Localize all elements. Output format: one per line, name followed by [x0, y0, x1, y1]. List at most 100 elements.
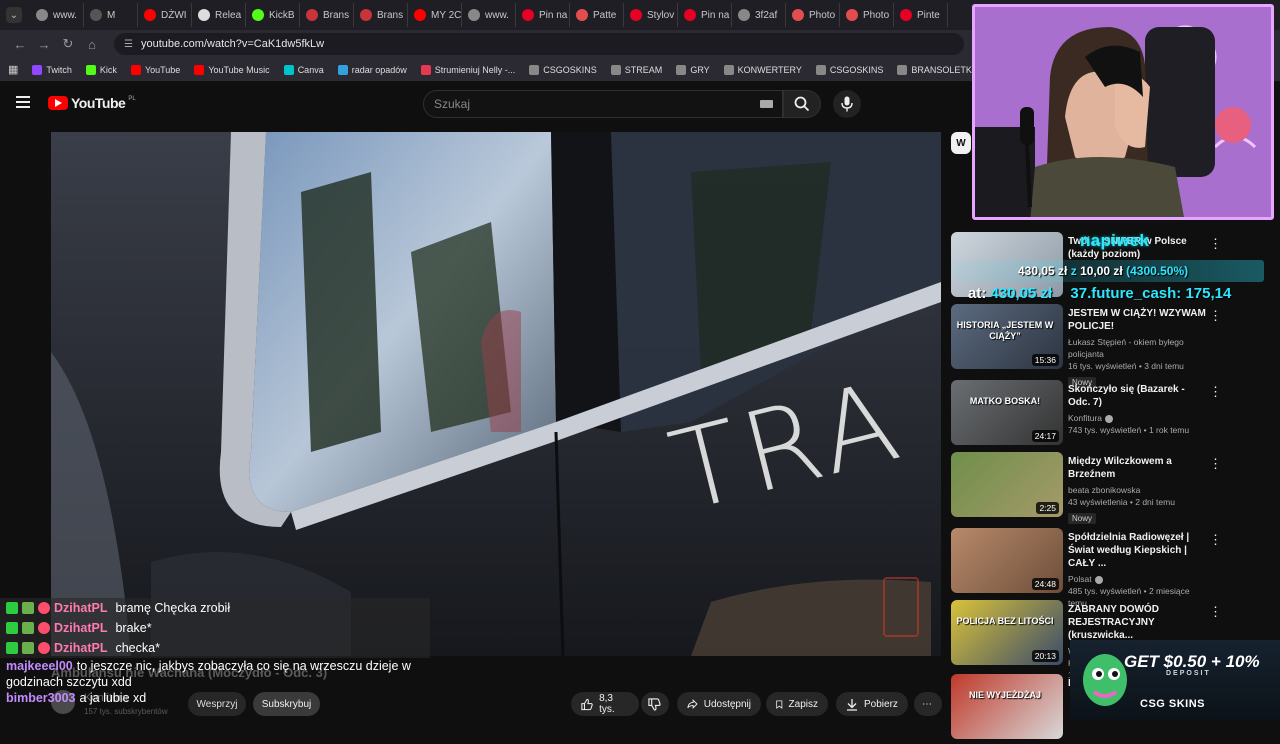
- channel-name[interactable]: Polsat: [1068, 574, 1092, 584]
- bookmark-icon: [776, 700, 783, 709]
- apps-grid-icon[interactable]: ▦: [8, 63, 18, 76]
- site-info-icon[interactable]: ☰: [124, 39, 133, 50]
- chat-text: checka*: [115, 641, 160, 655]
- back-arrow-icon[interactable]: ←: [8, 37, 32, 52]
- bookmark-item[interactable]: YouTube: [130, 64, 180, 75]
- bookmark-item[interactable]: STREAM: [610, 64, 662, 75]
- video-thumbnail[interactable]: 2:25: [951, 452, 1063, 517]
- bookmark-item[interactable]: KONWERTERY: [723, 64, 802, 75]
- chat-message: majkeeel00 to jeszcze nic, jakbys zobaczy…: [0, 658, 425, 690]
- bookmark-item[interactable]: CSGOSKINS: [529, 64, 597, 75]
- more-actions-button[interactable]: ⋯: [914, 692, 942, 716]
- thumbs-down-icon: [648, 697, 661, 711]
- browser-tab[interactable]: KickB: [246, 3, 300, 27]
- menu-hamburger-icon[interactable]: [16, 96, 30, 108]
- tab-favicon-icon: [846, 9, 858, 21]
- video-details: Spółdzielnia Radiowęzeł | Świat według K…: [1068, 531, 1208, 609]
- bookmark-icon: [723, 64, 734, 75]
- bookmark-item[interactable]: Strumieniuj Nelly -...: [420, 64, 515, 75]
- reload-icon[interactable]: ↻: [56, 36, 80, 52]
- channel-name[interactable]: beata zbonikowska: [1068, 485, 1140, 495]
- recommended-video[interactable]: MATKO BOSKA! 24:17 Skończyło się (Bazarek …: [951, 380, 1271, 450]
- browser-tab[interactable]: Photo: [786, 3, 840, 27]
- tab-list-chevron-icon[interactable]: ⌄: [6, 7, 22, 23]
- bookmark-item[interactable]: Canva: [283, 64, 324, 75]
- chat-username[interactable]: majkeeel00: [6, 659, 73, 673]
- browser-tab[interactable]: Brans: [354, 3, 408, 27]
- chat-username[interactable]: DzihatPL: [54, 621, 107, 635]
- browser-tab[interactable]: DŻWI: [138, 3, 192, 27]
- more-vertical-icon[interactable]: ⋮: [1209, 456, 1222, 472]
- tip-of: z: [1070, 264, 1077, 278]
- leaf-badge-icon: [22, 642, 34, 654]
- bookmark-item[interactable]: GRY: [676, 64, 710, 75]
- recommended-video[interactable]: 24:48 Spółdzielnia Radiowęzeł | Świat wed…: [951, 528, 1271, 608]
- youtube-logo[interactable]: YouTube PL: [48, 95, 136, 111]
- browser-tab[interactable]: 3f2af: [732, 3, 786, 27]
- browser-tab[interactable]: Pin na: [678, 3, 732, 27]
- video-title[interactable]: Między Wilczkowem a Brzeźnem: [1068, 455, 1208, 481]
- search-placeholder: Szukaj: [434, 97, 471, 111]
- bookmark-item[interactable]: Twitch: [32, 64, 72, 75]
- chat-username[interactable]: DzihatPL: [54, 601, 107, 615]
- search-input[interactable]: Szukaj: [423, 90, 783, 118]
- recommended-video[interactable]: 2:25 Między Wilczkowem a Brzeźnem beata zb…: [951, 452, 1271, 524]
- browser-tab[interactable]: Stylov: [624, 3, 678, 27]
- bookmark-item[interactable]: radar opadów: [337, 64, 407, 75]
- video-thumbnail[interactable]: HISTORIA „JESTEM W CIĄŻY” 15:36: [951, 304, 1063, 369]
- browser-tab[interactable]: M: [84, 3, 138, 27]
- more-vertical-icon[interactable]: ⋮: [1209, 236, 1222, 252]
- browser-tab[interactable]: MY 2C: [408, 3, 462, 27]
- mascot-icon: [1083, 654, 1127, 706]
- browser-tab[interactable]: Pin na: [516, 3, 570, 27]
- share-button[interactable]: Udostępnij: [677, 692, 761, 716]
- video-title[interactable]: ZABRANY DOWÓD REJESTRACYJNY (kruszwicka.…: [1068, 603, 1208, 642]
- channel-name[interactable]: Konfitura: [1068, 413, 1102, 423]
- country-code: PL: [128, 96, 136, 102]
- chat-username[interactable]: DzihatPL: [54, 641, 107, 655]
- tab-label: M: [107, 9, 116, 21]
- browser-tab[interactable]: Patte: [570, 3, 624, 27]
- more-vertical-icon[interactable]: ⋮: [1209, 308, 1222, 324]
- more-vertical-icon[interactable]: ⋮: [1209, 532, 1222, 548]
- video-title[interactable]: Spółdzielnia Radiowęzeł | Świat według K…: [1068, 531, 1208, 570]
- video-title[interactable]: Skończyło się (Bazarek - Odc. 7): [1068, 383, 1208, 409]
- forward-arrow-icon[interactable]: →: [32, 37, 56, 52]
- like-button[interactable]: 8,3 tys.: [571, 692, 639, 716]
- address-bar[interactable]: ☰ youtube.com/watch?v=CaK1dw5fkLw: [114, 33, 964, 55]
- bookmark-item[interactable]: Kick: [85, 64, 117, 75]
- video-details: Między Wilczkowem a Brzeźnem beata zbonik…: [1068, 455, 1208, 526]
- video-player[interactable]: TRA: [51, 132, 941, 656]
- download-button[interactable]: Pobierz: [836, 692, 908, 716]
- channel-name[interactable]: Łukasz Stępień - okiem byłego policjanta: [1068, 337, 1184, 359]
- bookmark-item[interactable]: BRANSOLETKI: [897, 64, 974, 75]
- browser-tab[interactable]: Pinte: [894, 3, 948, 27]
- bookmark-item[interactable]: CSGOSKINS: [815, 64, 883, 75]
- browser-tab[interactable]: www.: [462, 3, 516, 27]
- browser-tab[interactable]: Photo: [840, 3, 894, 27]
- more-vertical-icon[interactable]: ⋮: [1209, 604, 1222, 620]
- bookmark-item[interactable]: YouTube Music: [194, 64, 270, 75]
- keyboard-icon[interactable]: [760, 100, 773, 108]
- video-thumbnail[interactable]: 24:48: [951, 528, 1063, 593]
- tab-label: www.: [485, 9, 509, 21]
- dislike-button[interactable]: [641, 692, 669, 716]
- search-button[interactable]: [783, 90, 821, 118]
- more-vertical-icon[interactable]: ⋮: [1209, 384, 1222, 400]
- browser-tab[interactable]: Relea: [192, 3, 246, 27]
- video-thumbnail[interactable]: MATKO BOSKA! 24:17: [951, 380, 1063, 445]
- video-thumbnail[interactable]: NIE WYJEŻDŻAJ: [951, 674, 1063, 739]
- video-title[interactable]: JESTEM W CIĄŻY! WZYWAM POLICJE!: [1068, 307, 1208, 333]
- video-thumbnail[interactable]: POLICJA BEZ LITOŚCI 20:13: [951, 600, 1063, 665]
- save-button[interactable]: Zapisz: [766, 692, 828, 716]
- tab-favicon-icon: [252, 9, 264, 21]
- voice-search-button[interactable]: [833, 90, 861, 118]
- browser-tab[interactable]: Brans: [300, 3, 354, 27]
- recommended-video[interactable]: HISTORIA „JESTEM W CIĄŻY” 15:36 JESTEM W C…: [951, 304, 1271, 388]
- chat-username[interactable]: bimber3003: [6, 691, 75, 705]
- home-icon[interactable]: ⌂: [80, 37, 104, 52]
- browser-tab[interactable]: www.: [30, 3, 84, 27]
- view-count: 16 tys. wyświetleń: [1068, 361, 1137, 371]
- save-label: Zapisz: [788, 698, 818, 710]
- tab-label: Relea: [215, 9, 242, 21]
